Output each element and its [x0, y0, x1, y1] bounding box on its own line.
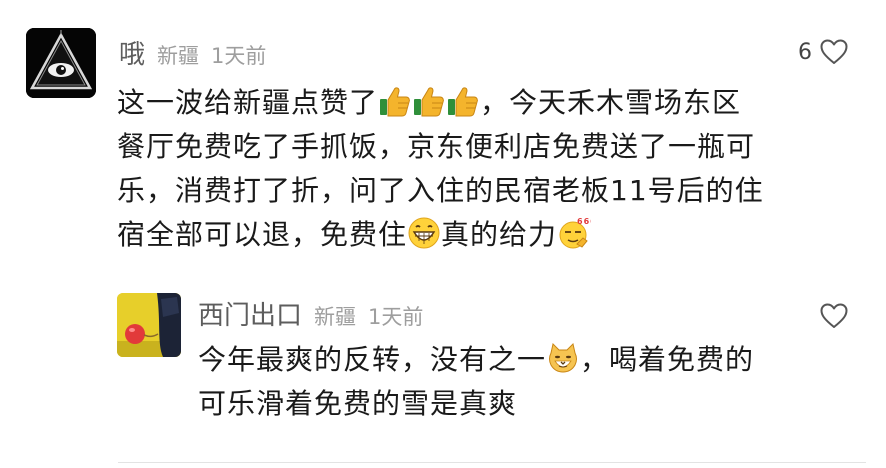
reply-header: 西门出口 新疆 1天前	[198, 295, 423, 332]
username[interactable]: 哦	[119, 34, 145, 71]
text-line: 餐厅免费吃了手抓饭，京东便利店免费送了一瓶可	[117, 130, 756, 163]
text-line: 今年最爽的反转，没有之一	[198, 343, 547, 376]
comment-text: 这一波给新疆点赞了 ，今天禾木雪场东区 餐厅免费吃了手抓饭，京东便利店免费送了一…	[117, 81, 857, 257]
text-line: ，喝着免费的	[580, 343, 755, 376]
comment-thread: 哦 新疆 1天前 6 这一波给新疆点赞了 ，今天禾木雪场东区 餐厅免费吃了手抓饭…	[0, 0, 886, 468]
timestamp: 1天前	[368, 305, 424, 329]
divider	[118, 462, 866, 463]
username[interactable]: 西门出口	[198, 295, 302, 332]
reply-text: 今年最爽的反转，没有之一 ，喝着免费的 可乐滑着免费的雪是真爽	[198, 338, 858, 426]
location: 新疆	[157, 44, 200, 68]
text-line: 可乐滑着免费的雪是真爽	[198, 387, 518, 420]
svg-text:666: 666	[577, 217, 591, 226]
text-line: 乐，消费打了折，问了入住的民宿老板11号后的住	[117, 174, 764, 207]
like-count: 6	[798, 39, 812, 65]
heart-icon[interactable]	[820, 303, 848, 329]
thumbs-up-emoji-icon	[448, 87, 478, 117]
like-button[interactable]: 6	[798, 39, 848, 65]
thumbs-up-emoji-icon	[380, 87, 410, 117]
666-emoji-icon: 666	[559, 217, 591, 249]
timestamp: 1天前	[211, 44, 267, 68]
balloon-avatar-icon	[117, 293, 181, 357]
thumbs-up-emoji-icon	[414, 87, 444, 117]
text-line: 真的给力	[441, 218, 558, 251]
grin-emoji-icon	[408, 217, 440, 249]
comment-header: 哦 新疆 1天前	[119, 34, 266, 71]
avatar[interactable]	[117, 293, 181, 357]
like-button[interactable]	[820, 303, 848, 329]
text-line: ，今天禾木雪场东区	[480, 86, 742, 119]
cat-face-emoji-icon	[549, 343, 578, 373]
avatar[interactable]	[26, 28, 96, 98]
eye-pyramid-avatar-icon	[26, 28, 96, 98]
text-line: 这一波给新疆点赞了	[117, 86, 379, 119]
location: 新疆	[314, 305, 357, 329]
heart-icon[interactable]	[820, 39, 848, 65]
text-line: 宿全部可以退，免费住	[117, 218, 408, 251]
